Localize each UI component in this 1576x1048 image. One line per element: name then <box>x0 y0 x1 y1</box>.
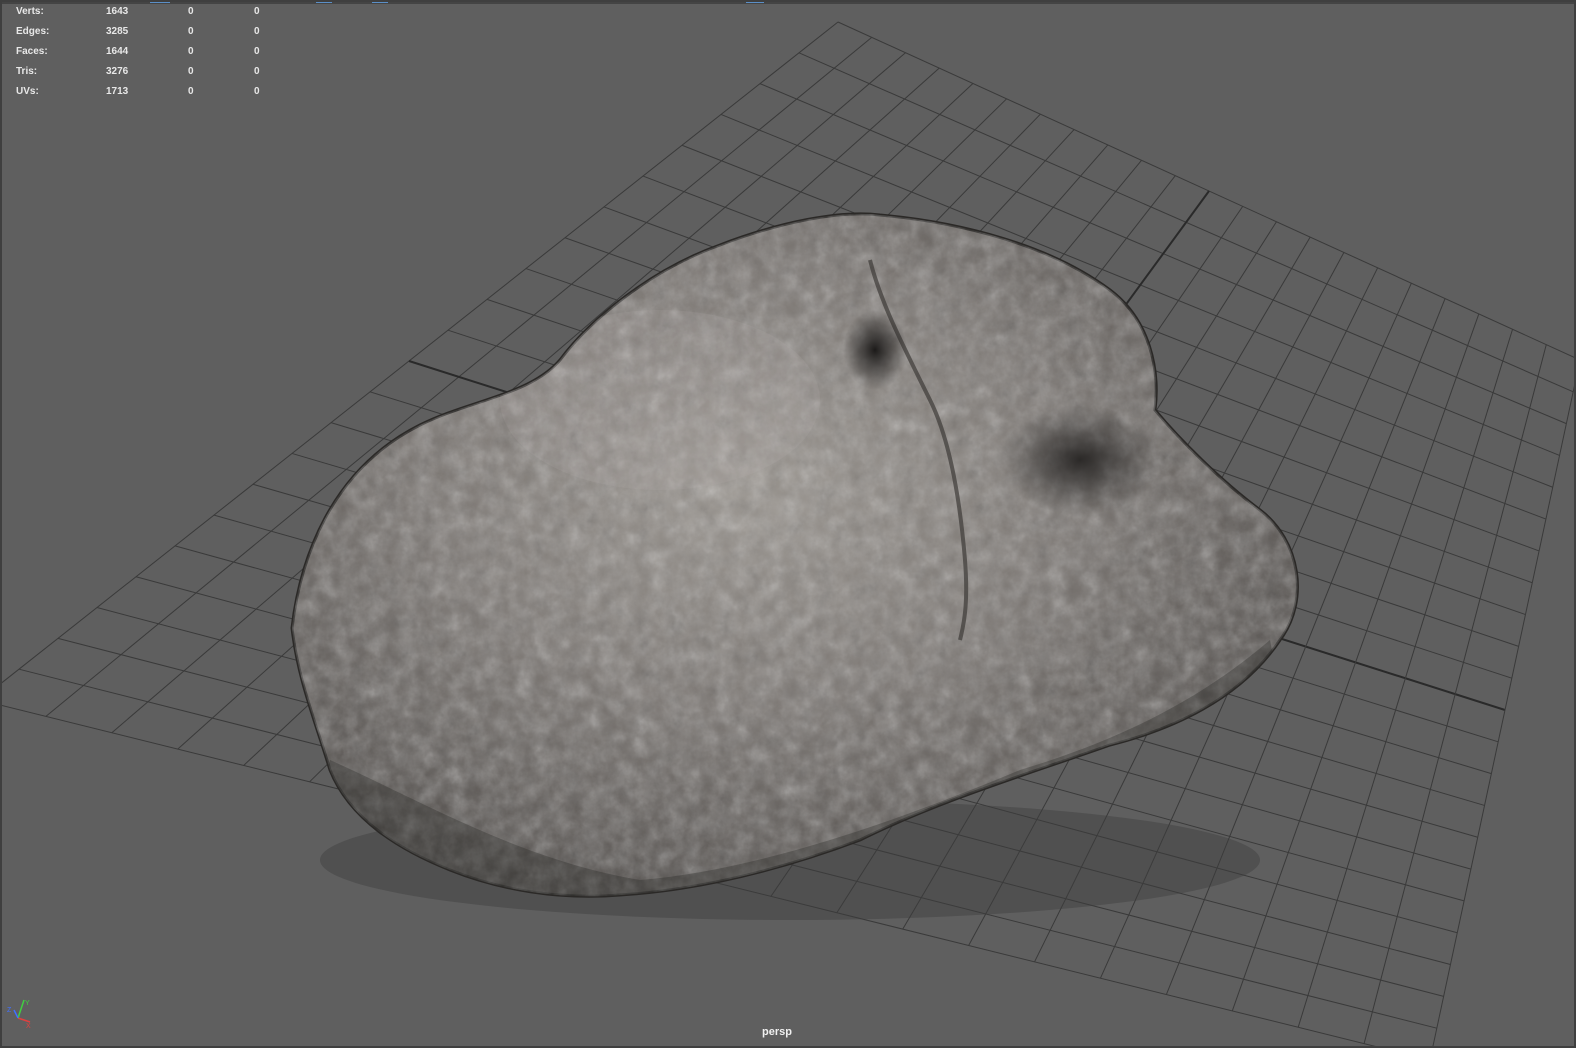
rock-ledge-shadow <box>1000 405 1160 515</box>
hud-label: UVs: <box>16 86 39 97</box>
rock-texture <box>292 213 1298 897</box>
hud-value: 1644 <box>106 46 129 57</box>
hud-label: Faces: <box>16 46 48 57</box>
hud-row: UVs: 1713 0 0 <box>16 86 276 106</box>
hud-value: 0 <box>254 26 260 37</box>
hud-value: 0 <box>254 6 260 17</box>
svg-text:X: X <box>26 1023 31 1030</box>
hud-row: Tris: 3276 0 0 <box>16 66 276 86</box>
rock-highlight <box>500 310 820 490</box>
hud-value: 0 <box>188 26 194 37</box>
hud-value: 0 <box>188 46 194 57</box>
grid-line <box>1432 376 1576 1048</box>
hud-row: Faces: 1644 0 0 <box>16 46 276 66</box>
grid-line <box>1231 313 1480 1012</box>
hud-value: 1713 <box>106 86 129 97</box>
hud-value: 0 <box>188 66 194 77</box>
rock-mesh[interactable] <box>280 200 1320 920</box>
view-axis-icon: Y Z X <box>7 999 31 1030</box>
camera-name-label: persp <box>762 1026 792 1038</box>
hud-value: 0 <box>254 46 260 57</box>
rock-hollow <box>843 310 907 390</box>
grid-line <box>1297 329 1514 1028</box>
hud-label: Verts: <box>16 6 44 17</box>
scene-canvas[interactable] <box>0 0 1576 1048</box>
hud-value: 0 <box>254 86 260 97</box>
hud-value: 0 <box>254 66 260 77</box>
hud-value: 1643 <box>106 6 129 17</box>
hud-value: 0 <box>188 86 194 97</box>
hud-label: Tris: <box>16 66 38 77</box>
hud-value: 3285 <box>106 26 129 37</box>
hud-row: Verts: 1643 0 0 <box>16 6 276 26</box>
svg-text:Z: Z <box>7 1007 12 1014</box>
hud-label: Edges: <box>16 26 50 37</box>
hud-value: 3276 <box>106 66 129 77</box>
perspective-viewport[interactable]: Verts: 1643 0 0 Edges: 3285 0 0 Faces: 1644 0 0 Tris… <box>0 0 1576 1048</box>
hud-row: Edges: 3285 0 0 <box>16 26 276 46</box>
poly-count-hud: Verts: 1643 0 0 Edges: 3285 0 0 Faces: 1644 0 0 Tris… <box>16 6 276 106</box>
hud-value: 0 <box>188 6 194 17</box>
svg-text:Y: Y <box>25 1000 30 1007</box>
